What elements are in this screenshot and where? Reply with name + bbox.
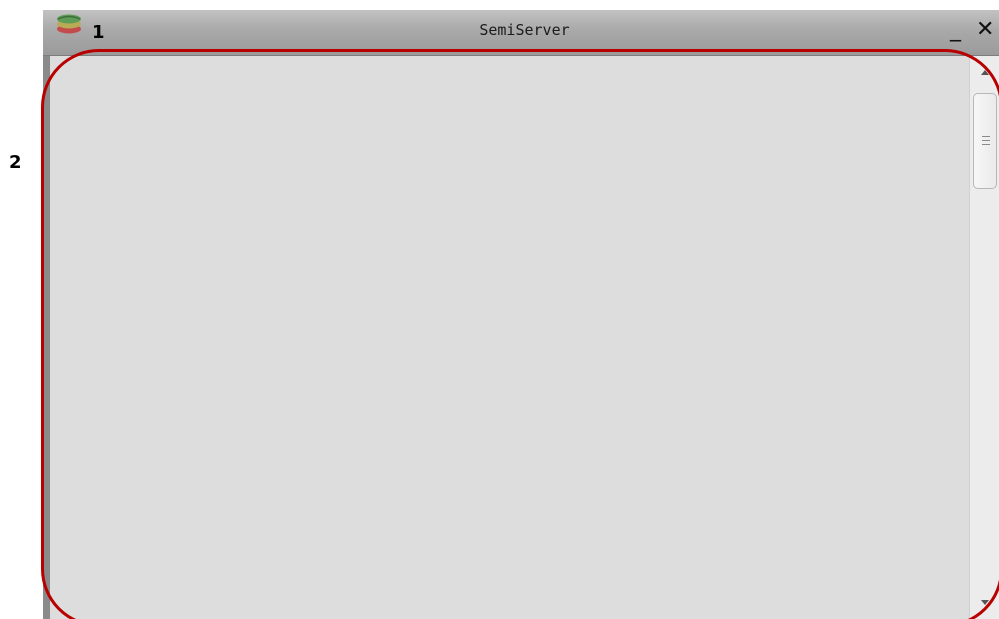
grip-lines-icon: [982, 136, 990, 137]
grip-lines-icon: [982, 140, 990, 141]
close-button[interactable]: ✕: [976, 18, 999, 42]
grip-lines-icon: [982, 144, 990, 145]
title-bar[interactable]: SemiServer _ ✕: [43, 10, 999, 56]
window-title: SemiServer: [479, 21, 570, 39]
callout-number-2: 2: [9, 152, 22, 173]
main-content-area[interactable]: [50, 56, 969, 619]
callout-number-1: 1: [92, 22, 105, 43]
scrollbar-thumb[interactable]: [973, 93, 997, 189]
semiserver-window: SemiServer _ ✕: [43, 10, 999, 619]
screenshot-canvas: SemiServer _ ✕ 1 2: [0, 0, 999, 619]
chevron-down-icon[interactable]: [981, 600, 989, 605]
minimize-button[interactable]: _: [950, 18, 966, 42]
chevron-up-icon[interactable]: [981, 70, 989, 75]
vertical-scrollbar[interactable]: [969, 56, 999, 619]
